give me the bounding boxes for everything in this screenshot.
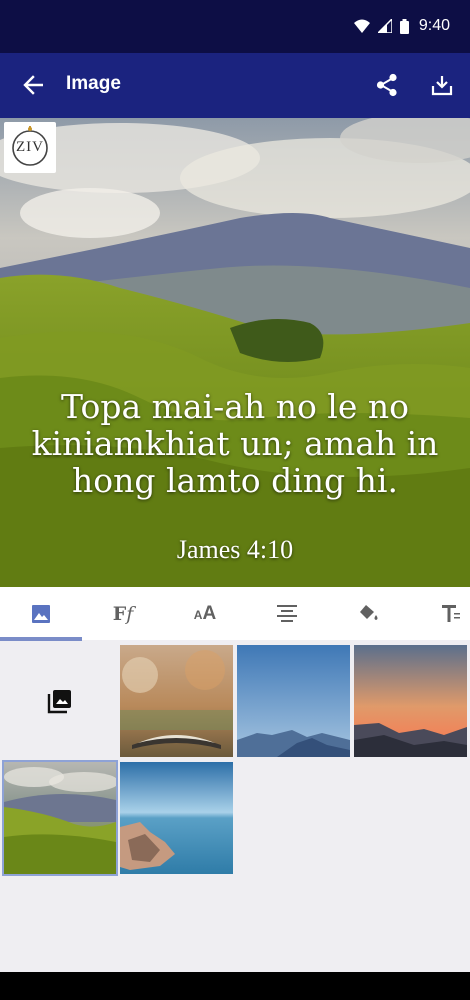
preview-image (0, 118, 470, 587)
thumbnail-sunset-mountains[interactable] (354, 645, 467, 757)
thumbnail-blue-mountains[interactable] (237, 645, 350, 757)
tab-font-family[interactable]: Ff (82, 587, 164, 640)
thumbnail-open-book[interactable] (120, 645, 233, 757)
image-icon (32, 604, 50, 623)
verse-reference: James 4:10 (176, 535, 294, 564)
status-bar: 9:40 (0, 0, 470, 53)
wifi-icon (353, 19, 370, 33)
tab-text-format[interactable] (410, 587, 470, 640)
thumbnail-tea-plantation[interactable] (2, 760, 118, 876)
share-button[interactable] (368, 66, 406, 104)
paint-bucket-icon (360, 604, 378, 620)
download-button[interactable] (423, 66, 461, 104)
status-icons: 9:40 (353, 15, 450, 37)
tab-font-size[interactable]: AA (164, 587, 246, 640)
editor-tabs: Ff AA (0, 587, 470, 640)
align-center-icon (277, 604, 297, 622)
tab-image[interactable] (0, 587, 82, 640)
share-icon (376, 73, 397, 97)
navigation-bar (0, 972, 470, 1000)
app-bar: Image (0, 53, 470, 118)
thumbnail-lake-rocks[interactable] (120, 762, 233, 874)
battery-icon (399, 18, 409, 34)
font-family-icon: Ff (112, 602, 134, 625)
gallery-picker-button[interactable] (4, 645, 116, 757)
page-title: Image (66, 73, 121, 94)
photo-library-icon (47, 690, 71, 714)
ziv-logo: ZIV (4, 122, 56, 173)
verse-text: Topa mai-ah no le no kiniamkhiat un; ama… (31, 387, 439, 500)
logo-text: ZIV (16, 139, 44, 155)
tab-alignment[interactable] (246, 587, 328, 640)
status-time: 9:40 (418, 17, 450, 34)
font-size-icon: AA (193, 602, 217, 624)
back-button[interactable] (14, 66, 52, 104)
cell-signal-icon (377, 19, 392, 33)
text-format-icon (442, 604, 460, 622)
tab-color[interactable] (328, 587, 410, 640)
download-icon (431, 76, 453, 96)
landscape-background (0, 118, 470, 587)
arrow-back-icon (23, 75, 43, 95)
